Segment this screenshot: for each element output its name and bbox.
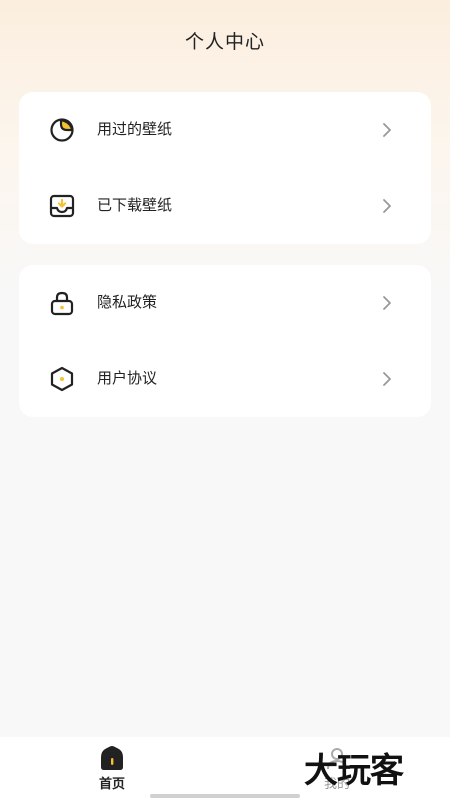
menu-item-user-agreement[interactable]: 用户协议: [19, 341, 431, 417]
chevron-right-icon: [381, 120, 393, 140]
bottom-tab-bar: 首页 我的: [0, 737, 450, 800]
user-icon: [324, 745, 350, 771]
sticker-icon: [49, 117, 75, 143]
menu-item-used-wallpapers[interactable]: 用过的壁纸: [19, 92, 431, 168]
tab-home-label: 首页: [98, 777, 125, 792]
home-indicator: [150, 794, 300, 798]
page-title: 个人中心: [184, 30, 265, 53]
inbox-download-icon: [49, 193, 75, 219]
chevron-right-icon: [381, 196, 393, 216]
home-icon: [99, 745, 125, 771]
header: 个人中心: [0, 0, 450, 80]
menu-item-downloaded-wallpapers[interactable]: 已下载壁纸: [19, 168, 431, 244]
hexagon-icon: [49, 366, 75, 392]
menu-item-label: 用过的壁纸: [97, 120, 173, 138]
tab-home[interactable]: 首页: [67, 737, 157, 800]
menu-item-privacy-policy[interactable]: 隐私政策: [19, 265, 431, 341]
menu-card-legal: 隐私政策 用户协议: [19, 265, 431, 417]
tab-mine[interactable]: 我的: [292, 737, 382, 800]
menu-card-wallpapers: 用过的壁纸 已下载壁纸: [19, 92, 431, 244]
chevron-right-icon: [381, 369, 393, 389]
chevron-right-icon: [381, 293, 393, 313]
lock-icon: [49, 290, 75, 316]
menu-item-label: 用户协议: [97, 369, 158, 387]
menu-item-label: 已下载壁纸: [97, 196, 173, 214]
menu-item-label: 隐私政策: [97, 293, 158, 311]
tab-mine-label: 我的: [323, 777, 350, 792]
